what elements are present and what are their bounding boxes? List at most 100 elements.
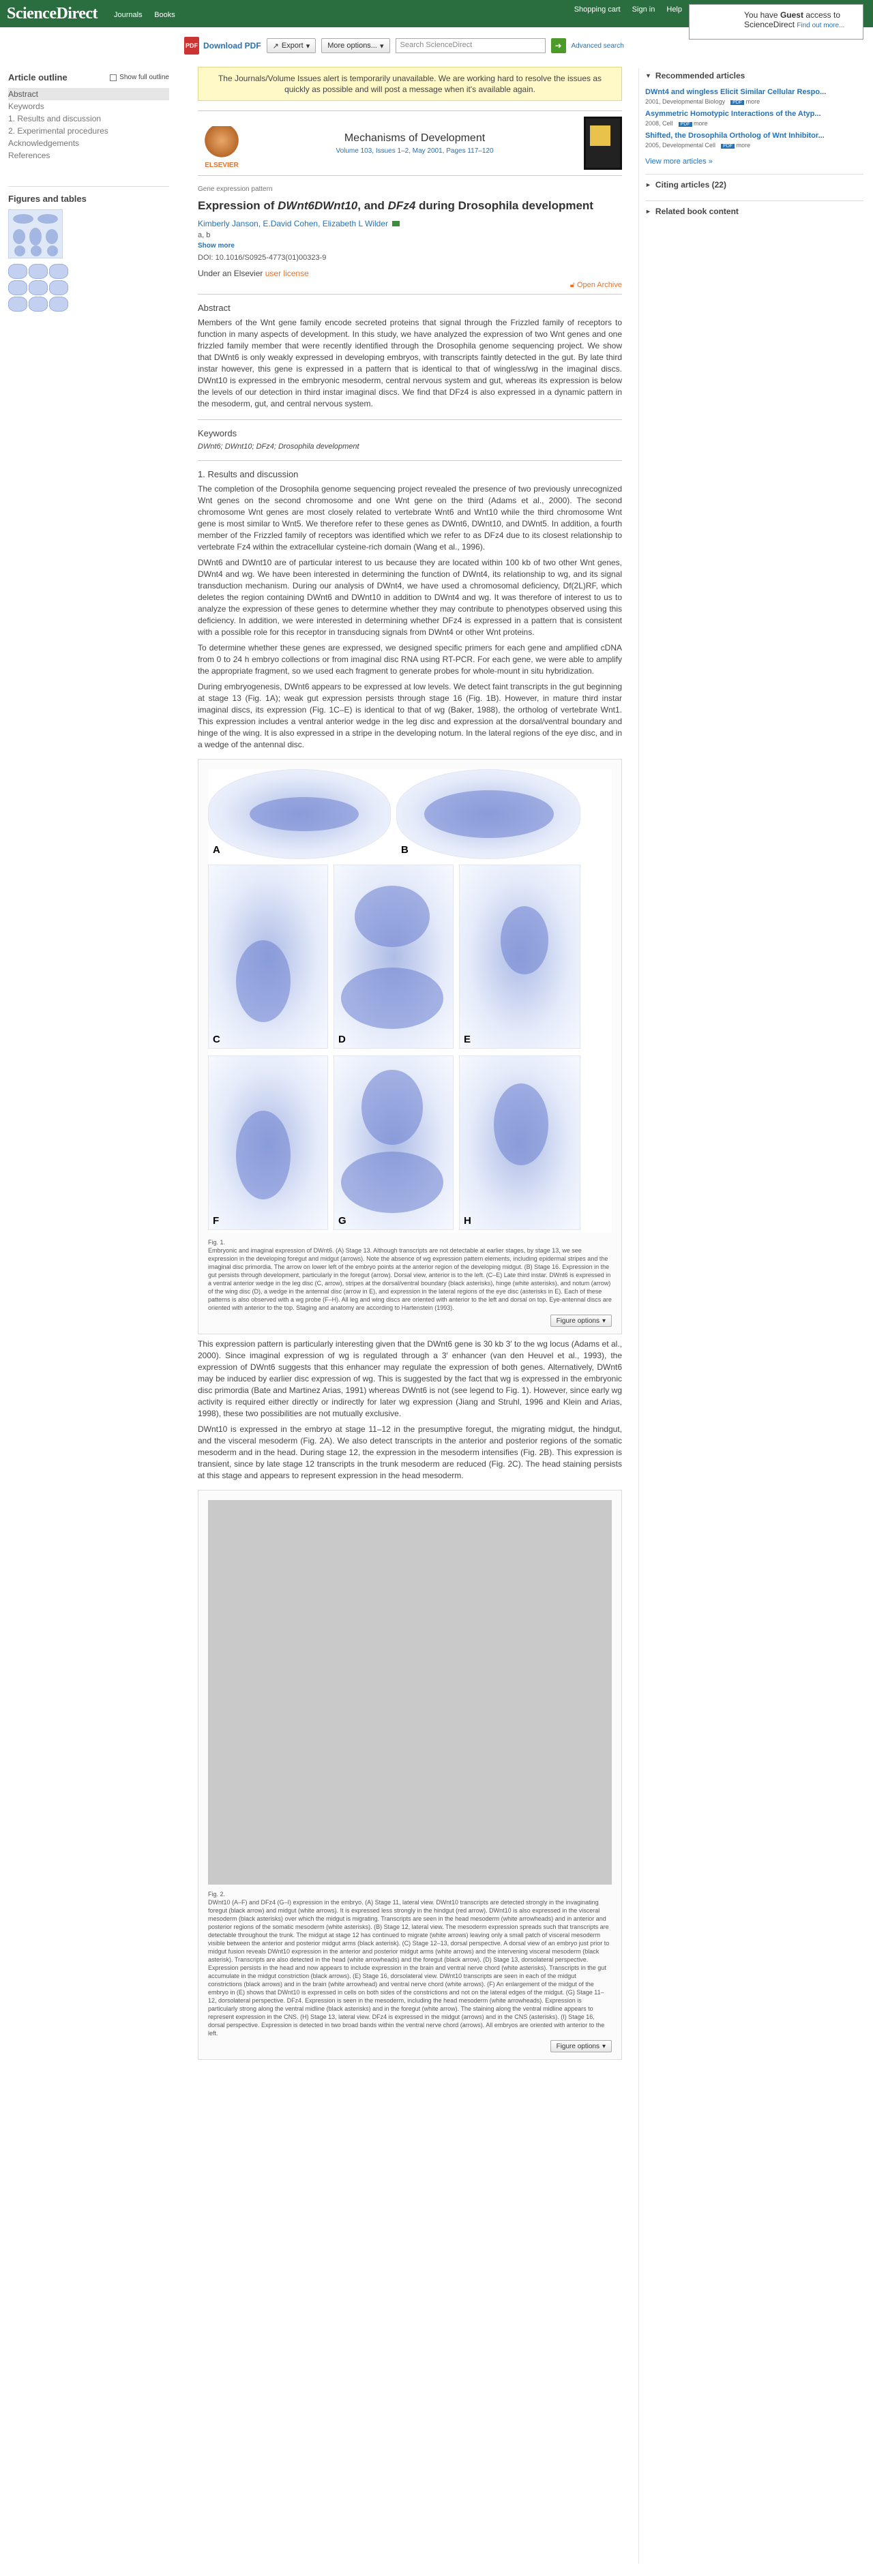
recommended-item-meta: 2005, Developmental Cell [645,142,716,149]
article-type-label: Gene expression pattern [198,185,273,193]
open-archive-badge: 🔓︎ Open Archive [198,281,622,295]
figure-options-button[interactable]: Figure options ▾ [550,1315,612,1327]
citing-articles-title: Citing articles (22) [655,180,726,190]
nav-books[interactable]: Books [154,11,175,19]
figure-1-thumbnail[interactable] [8,209,63,258]
pdf-icon[interactable]: PDF [678,122,692,127]
chevron-down-icon: ▾ [306,42,310,50]
outline-item-references[interactable]: References [8,149,169,162]
recommended-item: Asymmetric Homotypic Interactions of the… [645,109,863,127]
elsevier-tree-icon [204,126,239,162]
search-button[interactable]: ➜ [550,38,566,53]
sciencedirect-logo[interactable]: ScienceDirect [7,5,98,23]
export-button[interactable]: ↗ Export ▾ [266,38,316,53]
journal-header: ELSEVIER Mechanisms of Development Volum… [198,110,622,176]
guest-text-2: access to [805,10,841,20]
figures-tables-header: Figures and tables [8,186,169,204]
search-input[interactable]: Search ScienceDirect [395,38,546,53]
paragraph-1: The completion of the Drosophila genome … [198,484,622,552]
more-link[interactable]: more [694,120,708,127]
elsevier-logo[interactable]: ELSEVIER [198,117,246,169]
checkbox-icon[interactable] [110,74,117,81]
keywords-heading: Keywords [198,428,237,438]
authors-text[interactable]: Kimberly Janson, E.David Cohen, Elizabet… [198,219,388,228]
sign-in-link[interactable]: Sign in [632,5,655,14]
article-toolbar: PDF Download PDF ↗ Export ▾ More options… [184,37,624,55]
export-icon: ↗ [272,42,279,50]
figure-1-caption: Fig. 1. Embryonic and imaginal expressio… [208,1239,612,1311]
right-sidebar: ▼ Recommended articles DWnt4 and wingless… [645,68,863,219]
doi-text[interactable]: DOI: 10.1016/S0925-4773(01)00323-9 [198,254,622,262]
find-out-more-link[interactable]: Find out more... [797,22,844,29]
outline-item-keywords[interactable]: Keywords [8,100,169,113]
figure-1-panel-d: D [334,865,454,1049]
unlock-icon: 🔓︎ [569,281,577,289]
view-more-articles-link[interactable]: View more articles » [645,158,713,166]
recommended-articles-header[interactable]: ▼ Recommended articles [645,68,863,83]
figure-1-panel-b: B [396,769,580,859]
more-link[interactable]: more [746,98,760,105]
journal-title[interactable]: Mechanisms of Development [246,132,584,145]
recommended-item-meta: 2001, Developmental Biology [645,98,726,105]
search-icon: ➜ [554,41,562,50]
figure-2: Fig. 2. DWnt10 (A–F) and DFz4 (G–I) expr… [198,1490,622,2060]
outline-item-acknowledgements[interactable]: Acknowledgements [8,137,169,149]
mail-icon[interactable] [392,221,400,226]
figure-options-label: Figure options [556,1317,600,1325]
help-link[interactable]: Help [666,5,682,14]
advanced-search-link[interactable]: Advanced search [572,42,624,50]
paragraph-5: This expression pattern is particularly … [198,1339,622,1418]
pdf-icon[interactable]: PDF [721,144,735,149]
nav-journals[interactable]: Journals [114,11,143,19]
top-right-links: Shopping cart Sign in Help [565,5,682,14]
recommended-item-meta: 2008, Cell [645,120,673,127]
more-options-button[interactable]: More options... ▾ [321,38,390,53]
title-part: Expression of [198,199,278,212]
journal-cover-image[interactable] [584,117,622,170]
title-gene: DWnt10 [314,199,358,212]
figure-options-label: Figure options [556,2042,600,2050]
open-archive-label: Open Archive [576,281,622,289]
column-divider [638,68,639,2564]
show-full-outline-toggle[interactable]: Show full outline [110,74,169,81]
citing-articles-header[interactable]: ► Citing articles (22) [645,174,863,192]
journal-citation[interactable]: Volume 103, Issues 1–2, May 2001, Pages … [246,147,584,155]
recommended-item-title[interactable]: Shifted, the Drosophila Ortholog of Wnt … [645,131,863,140]
figure-1-panel-a: A [208,769,391,859]
guest-bold: Guest [780,10,803,20]
outline-item-procedures[interactable]: 2. Experimental procedures [8,125,169,137]
outline-item-abstract[interactable]: Abstract [8,88,169,100]
chevron-down-icon: ▾ [379,42,384,50]
top-nav: Journals Books [114,9,185,19]
chevron-down-icon: ▾ [602,2042,606,2050]
paragraph-3: To determine whether these genes are exp… [198,643,622,676]
recommended-item-title[interactable]: Asymmetric Homotypic Interactions of the… [645,109,863,119]
publisher-name: ELSEVIER [205,162,239,169]
export-label: Export [281,42,304,50]
guest-text-3: ScienceDirect [744,20,795,29]
article-outline-header: Article outline Show full outline [8,72,169,83]
chevron-down-icon: ▾ [602,1317,606,1325]
license-text: Under an Elsevier [198,269,265,278]
figure-options-button[interactable]: Figure options ▾ [550,2040,612,2052]
recommended-item: Shifted, the Drosophila Ortholog of Wnt … [645,131,863,149]
figure-2-thumbnail[interactable] [8,264,70,312]
download-pdf-button[interactable]: PDF Download PDF [184,37,261,55]
pdf-icon[interactable]: PDF [730,100,745,105]
outline-item-results[interactable]: 1. Results and discussion [8,113,169,125]
user-license-link[interactable]: user license [265,269,309,278]
more-link[interactable]: more [737,142,751,149]
figure-2-image[interactable] [208,1500,612,1885]
related-book-content-header[interactable]: ► Related book content [645,200,863,219]
figures-tables-title: Figures and tables [8,194,87,204]
alert-banner: The Journals/Volume Issues alert is temp… [198,67,622,101]
figure-2-caption: Fig. 2. DWnt10 (A–F) and DFz4 (G–I) expr… [208,1891,610,2037]
figure-1-image[interactable]: A B C D E F G H [208,769,612,1233]
shopping-cart-link[interactable]: Shopping cart [574,5,621,14]
show-more-link[interactable]: Show more [198,242,622,250]
title-gene: DWnt6 [278,199,314,212]
article-title: Expression of DWnt6DWnt10, and DFz4 duri… [198,198,622,213]
divider [198,419,622,420]
author-list: Kimberly Janson, E.David Cohen, Elizabet… [198,219,622,228]
recommended-item-title[interactable]: DWnt4 and wingless Elicit Similar Cellul… [645,87,863,97]
